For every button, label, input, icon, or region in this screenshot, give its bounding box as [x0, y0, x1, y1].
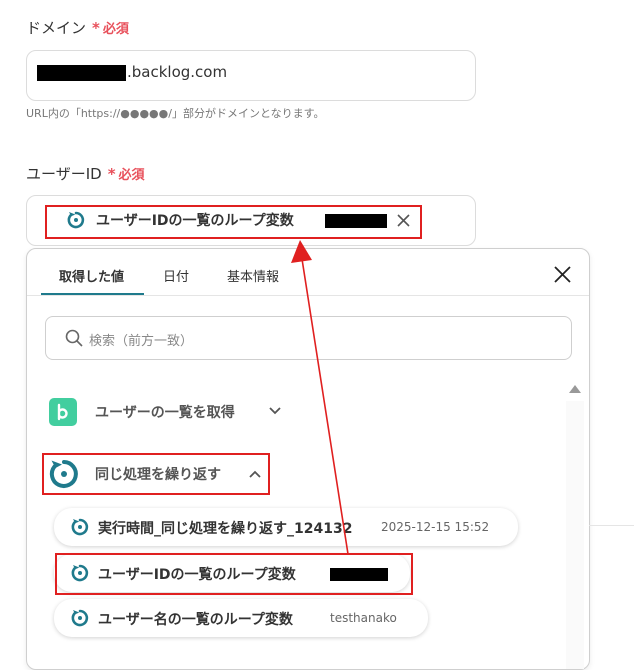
loop-icon [71, 609, 89, 627]
required-badge: * 必須 [107, 165, 145, 183]
scroll-up-arrow-icon[interactable] [568, 384, 582, 394]
loop-icon [49, 460, 78, 488]
list-item-exec-time[interactable]: 実行時間_同じ処理を繰り返す_124132 2025-12-15 15:52 [54, 508, 518, 546]
variable-picker-panel: 取得した値 日付 基本情報 検索（前方一致） ユーザーの一覧を取得 同じ処理を繰… [26, 248, 590, 670]
close-icon[interactable] [397, 214, 410, 227]
item-label: 実行時間_同じ処理を繰り返す_124132 [98, 521, 353, 537]
search-input[interactable]: 検索（前方一致） [45, 316, 572, 360]
tag-label: ユーザーIDの一覧のループ変数 [96, 213, 294, 229]
tab-basic-info[interactable]: 基本情報 [227, 266, 279, 285]
domain-help-text: URL内の「https://●●●●●/」部分がドメインとなります。 [26, 107, 325, 120]
userid-tag[interactable]: ユーザーIDの一覧のループ変数 [66, 209, 416, 233]
asterisk-icon: * [107, 165, 116, 183]
loop-icon [71, 518, 89, 536]
backlog-logo-icon [49, 398, 77, 426]
domain-input[interactable]: .backlog.com [26, 50, 476, 101]
redacted-value [37, 65, 126, 81]
search-icon [65, 329, 83, 347]
tab-date[interactable]: 日付 [163, 266, 189, 285]
userid-label: ユーザーID * 必須 [26, 165, 145, 183]
tab-acquired-values[interactable]: 取得した値 [59, 266, 124, 285]
item-label: ユーザー名の一覧のループ変数 [98, 612, 293, 628]
close-icon[interactable] [554, 266, 571, 283]
background-divider [589, 525, 634, 526]
domain-label: ドメイン * 必須 [26, 19, 129, 37]
list-item-username-loop[interactable]: ユーザー名の一覧のループ変数 testhanako [54, 599, 428, 637]
item-value: testhanako [330, 611, 397, 625]
section-repeat-process[interactable]: 同じ処理を繰り返す [47, 455, 269, 493]
redacted-value [325, 214, 387, 228]
tab-divider [27, 295, 589, 296]
item-value: 2025-12-15 15:52 [381, 520, 490, 534]
scrollbar-track[interactable] [566, 401, 584, 669]
chevron-down-icon [269, 407, 281, 415]
section-get-user-list[interactable]: ユーザーの一覧を取得 [47, 397, 307, 427]
annotation-box-item [55, 553, 413, 595]
section-label: ユーザーの一覧を取得 [95, 405, 235, 421]
loop-icon [67, 211, 85, 229]
section-label: 同じ処理を繰り返す [95, 467, 221, 483]
chevron-up-icon [249, 470, 261, 478]
asterisk-icon: * [92, 19, 100, 37]
required-badge: * 必須 [92, 19, 129, 37]
search-placeholder: 検索（前方一致） [89, 334, 194, 349]
domain-suffix: .backlog.com [127, 63, 228, 81]
